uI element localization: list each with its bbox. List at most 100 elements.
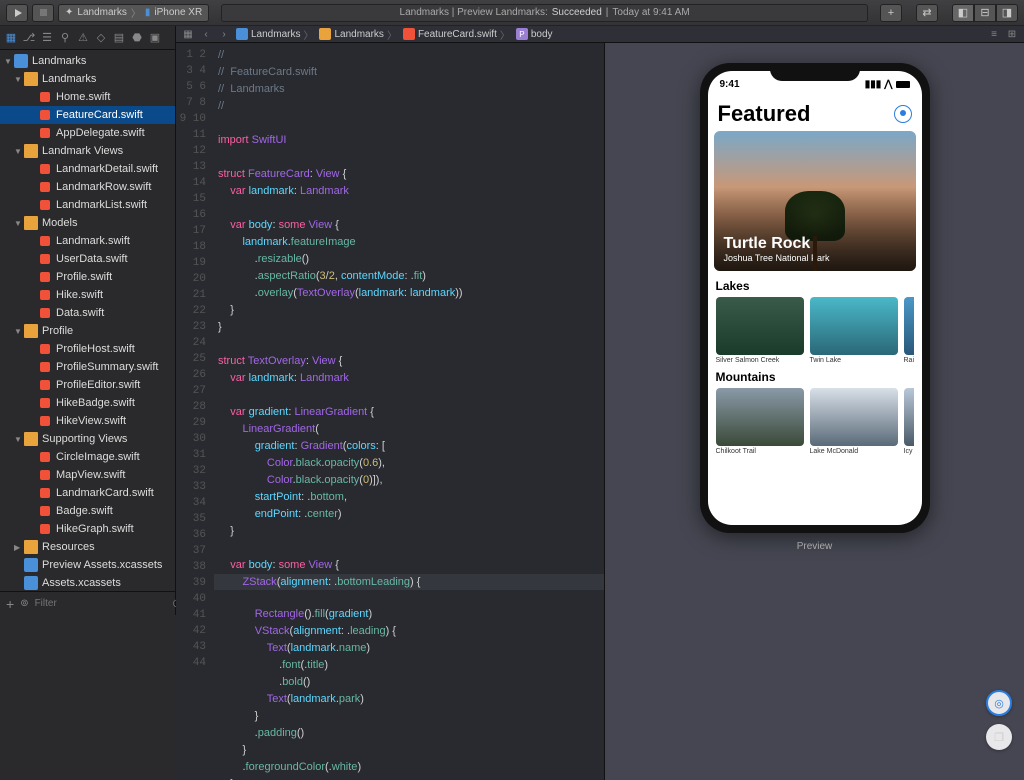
tree-row[interactable]: HikeBadge.swift bbox=[0, 394, 175, 412]
status-icons: ▮▮▮ ⋀ bbox=[865, 79, 910, 90]
tree-row[interactable]: HikeGraph.swift bbox=[0, 520, 175, 538]
symbol-tab[interactable]: ☰ bbox=[40, 31, 54, 45]
disclosure-arrow[interactable]: ▼ bbox=[14, 435, 24, 444]
property-icon: P bbox=[516, 28, 528, 40]
tree-row[interactable]: LandmarkList.swift bbox=[0, 196, 175, 214]
disclosure-arrow[interactable]: ▼ bbox=[14, 219, 24, 228]
tree-row[interactable]: ▼Landmarks bbox=[0, 52, 175, 70]
debug-tab[interactable]: ▤ bbox=[112, 31, 126, 45]
tree-row[interactable]: ▼Profile bbox=[0, 322, 175, 340]
disclosure-arrow[interactable]: ▼ bbox=[4, 57, 14, 66]
tree-row[interactable]: AppDelegate.swift bbox=[0, 124, 175, 142]
swift-icon bbox=[38, 504, 52, 518]
scheme-selector[interactable]: ✦ Landmarks 〉 ▮ iPhone XR bbox=[58, 4, 209, 22]
test-tab[interactable]: ◇ bbox=[94, 31, 108, 45]
add-button[interactable]: + bbox=[880, 4, 902, 22]
duplicate-preview-button[interactable]: ❐ bbox=[986, 724, 1012, 750]
tree-row[interactable]: ▼Supporting Views bbox=[0, 430, 175, 448]
tree-row[interactable]: ProfileEditor.swift bbox=[0, 376, 175, 394]
filter-scope-icon[interactable]: ⊚ bbox=[20, 598, 28, 609]
disclosure-arrow[interactable]: ▼ bbox=[14, 75, 24, 84]
folder-icon bbox=[24, 432, 38, 446]
tree-row[interactable]: LandmarkRow.swift bbox=[0, 178, 175, 196]
jump-crumb-file[interactable]: FeatureCard.swift〉 bbox=[401, 27, 512, 42]
tree-row[interactable]: LandmarkCard.swift bbox=[0, 484, 175, 502]
report-tab[interactable]: ▣ bbox=[148, 31, 162, 45]
tree-row[interactable]: Profile.swift bbox=[0, 268, 175, 286]
breakpoint-tab[interactable]: ⬣ bbox=[130, 31, 144, 45]
preview-canvas[interactable]: 9:41 ▮▮▮ ⋀ Featured bbox=[604, 43, 1024, 780]
asset-icon bbox=[24, 558, 38, 572]
preview-label: Preview bbox=[797, 541, 833, 552]
toggle-navigator-button[interactable]: ◧ bbox=[952, 4, 974, 22]
card-label: Twin Lake bbox=[810, 357, 898, 364]
tree-row[interactable]: HikeView.swift bbox=[0, 412, 175, 430]
tree-row[interactable]: Landmark.swift bbox=[0, 232, 175, 250]
tree-row[interactable]: ▼Landmark Views bbox=[0, 142, 175, 160]
card-label: Silver Salmon Creek bbox=[716, 357, 804, 364]
jump-crumb-project[interactable]: Landmarks〉 bbox=[234, 27, 315, 42]
tree-row[interactable]: CircleImage.swift bbox=[0, 448, 175, 466]
tree-label: Data.swift bbox=[56, 307, 104, 319]
tree-label: Badge.swift bbox=[56, 505, 113, 517]
tree-row[interactable]: Home.swift bbox=[0, 88, 175, 106]
issue-tab[interactable]: ⚠ bbox=[76, 31, 90, 45]
tree-label: Hike.swift bbox=[56, 289, 103, 301]
swift-icon bbox=[38, 360, 52, 374]
disclosure-arrow[interactable]: ▼ bbox=[14, 147, 24, 156]
run-button[interactable] bbox=[6, 4, 28, 22]
tree-label: ProfileEditor.swift bbox=[56, 379, 140, 391]
activity-sep: | bbox=[606, 7, 609, 18]
editor-options-button[interactable]: ≡ bbox=[986, 26, 1002, 42]
toggle-debug-button[interactable]: ⊟ bbox=[974, 4, 996, 22]
navigator: ▦ ⎇ ☰ ⚲ ⚠ ◇ ▤ ⬣ ▣ ▼Landmarks▼LandmarksHo… bbox=[0, 26, 176, 615]
category: MountainsChilkoot TrailLake McDonaldIcy … bbox=[708, 364, 922, 455]
tree-row[interactable]: ProfileHost.swift bbox=[0, 340, 175, 358]
project-navigator-tab[interactable]: ▦ bbox=[4, 31, 18, 45]
swift-icon bbox=[38, 90, 52, 104]
related-items-button[interactable]: ▦ bbox=[180, 26, 196, 42]
tree-row[interactable]: MapView.swift bbox=[0, 466, 175, 484]
featured-header: Featured bbox=[708, 97, 922, 129]
swift-icon bbox=[38, 378, 52, 392]
tree-row[interactable]: ▼Models bbox=[0, 214, 175, 232]
stop-button[interactable] bbox=[32, 4, 54, 22]
tree-row[interactable]: ProfileSummary.swift bbox=[0, 358, 175, 376]
add-editor-button[interactable]: ⊞ bbox=[1004, 26, 1020, 42]
hero-card: Turtle Rock Joshua Tree National Park bbox=[714, 131, 916, 271]
source-control-tab[interactable]: ⎇ bbox=[22, 31, 36, 45]
card-label: Chilkoot Trail bbox=[716, 448, 804, 455]
add-file-button[interactable]: + bbox=[6, 596, 14, 612]
jump-crumb-folder[interactable]: Landmarks〉 bbox=[317, 27, 398, 42]
asset-icon bbox=[24, 576, 38, 590]
tree-row[interactable]: UserData.swift bbox=[0, 250, 175, 268]
code-review-button[interactable]: ⇄ bbox=[916, 4, 938, 22]
toggle-inspector-button[interactable]: ◨ bbox=[996, 4, 1018, 22]
swift-icon bbox=[38, 288, 52, 302]
file-tree[interactable]: ▼Landmarks▼LandmarksHome.swiftFeatureCar… bbox=[0, 50, 175, 591]
code-content[interactable]: // // FeatureCard.swift // Landmarks // … bbox=[214, 43, 604, 780]
scheme-device: iPhone XR bbox=[154, 7, 202, 18]
tree-row[interactable]: Hike.swift bbox=[0, 286, 175, 304]
tree-row[interactable]: Preview Assets.xcassets bbox=[0, 556, 175, 574]
find-tab[interactable]: ⚲ bbox=[58, 31, 72, 45]
tree-row[interactable]: Assets.xcassets bbox=[0, 574, 175, 591]
source-editor[interactable]: 1 2 3 4 5 6 7 8 9 10 11 12 13 14 15 16 1… bbox=[176, 43, 604, 780]
tree-row[interactable]: FeatureCard.swift bbox=[0, 106, 175, 124]
back-button[interactable]: ‹ bbox=[198, 26, 214, 42]
tree-row[interactable]: ▶Resources bbox=[0, 538, 175, 556]
forward-button[interactable]: › bbox=[216, 26, 232, 42]
tree-row[interactable]: ▼Landmarks bbox=[0, 70, 175, 88]
tree-row[interactable]: LandmarkDetail.swift bbox=[0, 160, 175, 178]
disclosure-arrow[interactable]: ▶ bbox=[14, 543, 24, 552]
tree-row[interactable]: Badge.swift bbox=[0, 502, 175, 520]
battery-icon bbox=[896, 81, 910, 88]
categories: LakesSilver Salmon CreekTwin LakeRainbow… bbox=[708, 273, 922, 455]
tree-row[interactable]: Data.swift bbox=[0, 304, 175, 322]
live-preview-button[interactable]: ◎ bbox=[986, 690, 1012, 716]
folder-icon bbox=[24, 324, 38, 338]
filter-input[interactable] bbox=[35, 598, 167, 609]
jump-crumb-symbol[interactable]: Pbody bbox=[514, 28, 555, 40]
disclosure-arrow[interactable]: ▼ bbox=[14, 327, 24, 336]
swift-icon bbox=[38, 468, 52, 482]
